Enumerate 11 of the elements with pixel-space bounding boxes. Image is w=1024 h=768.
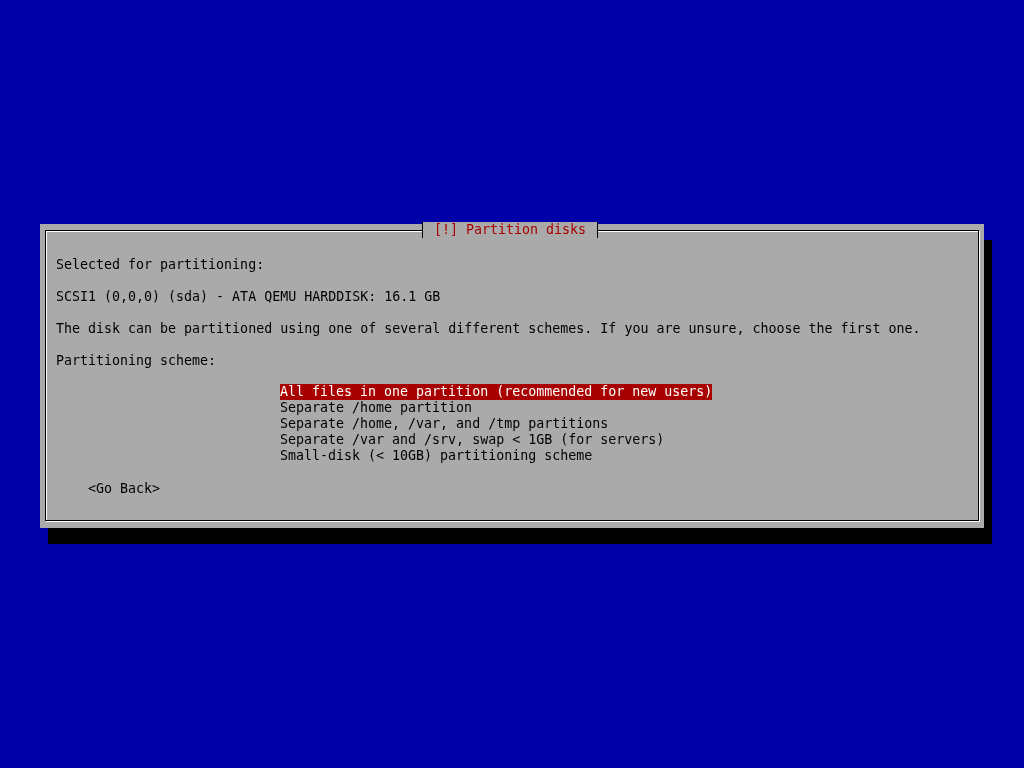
menu-option[interactable]: All files in one partition (recommended for new users) (280, 384, 713, 400)
dialog-text: Selected for partitioning: (56, 257, 266, 273)
menu-option[interactable]: Separate /home, /var, and /tmp partitions (280, 416, 609, 432)
go-back-button[interactable]: <Go Back> (88, 481, 161, 497)
dialog-title: [!] Partition disks (422, 222, 599, 238)
menu-option[interactable]: Small-disk (< 10GB) partitioning scheme (280, 448, 593, 464)
menu-option[interactable]: Separate /var and /srv, swap < 1GB (for servers) (280, 432, 665, 448)
menu-option[interactable]: Separate /home partition (280, 400, 473, 416)
dialog-text: The disk can be partitioned using one of several different schemes. If you are unsure, choose the first one. (56, 321, 922, 337)
dialog-text: SCSI1 (0,0,0) (sda) - ATA QEMU HARDDISK: 16.1 GB (56, 289, 442, 305)
dialog-text: Partitioning scheme: (56, 353, 218, 369)
